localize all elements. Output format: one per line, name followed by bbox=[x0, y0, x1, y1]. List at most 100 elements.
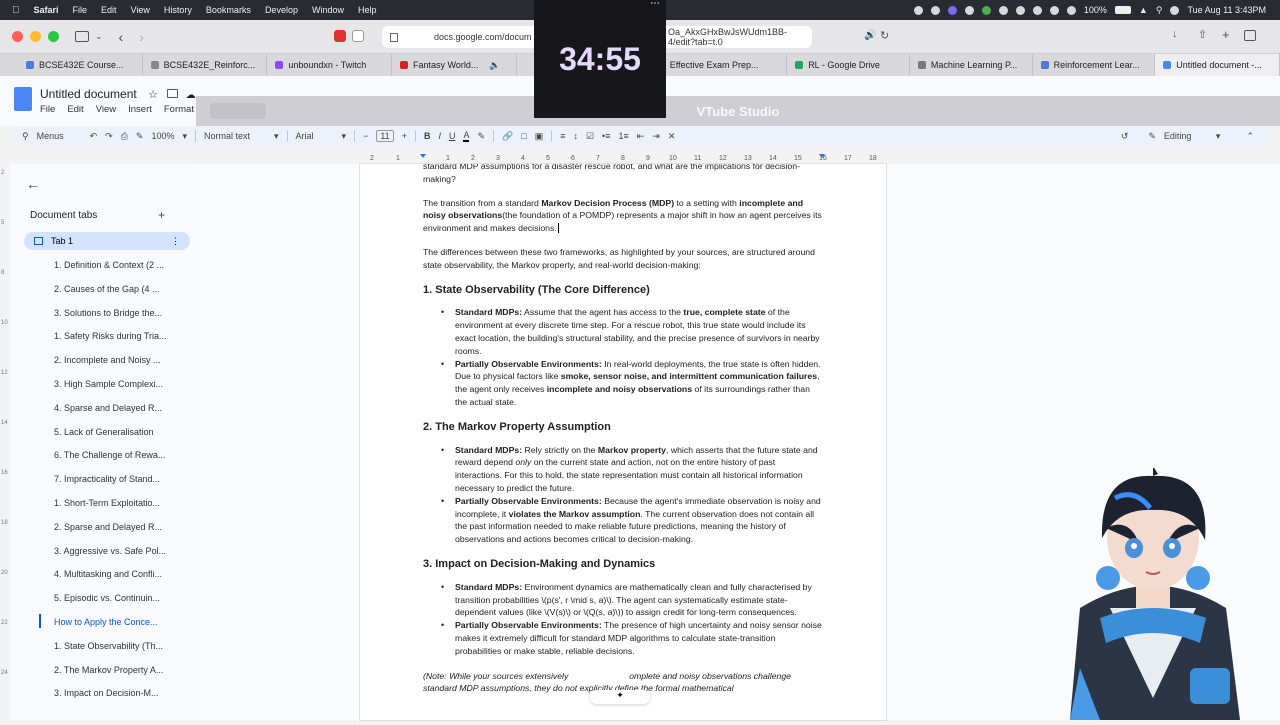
outline-item[interactable]: 2. The Markov Property A... bbox=[54, 663, 194, 687]
star-icon[interactable]: ☆ bbox=[148, 89, 158, 101]
numbered-list-icon[interactable]: 1≡ bbox=[618, 131, 628, 141]
italic-icon[interactable]: I bbox=[438, 131, 441, 141]
align-icon[interactable]: ≡ bbox=[560, 131, 565, 141]
outline-item[interactable]: 5. Episodic vs. Continuin... bbox=[54, 591, 194, 615]
menu-bookmarks[interactable]: Bookmarks bbox=[206, 5, 251, 15]
underline-icon[interactable]: U bbox=[449, 131, 456, 141]
bold-icon[interactable]: B bbox=[424, 131, 431, 141]
minimize-window-button[interactable] bbox=[30, 31, 41, 42]
screen-record-icon[interactable] bbox=[947, 5, 957, 15]
sidebar-toggle-icon[interactable] bbox=[75, 31, 89, 42]
outline-item[interactable]: 1. State Observability (Th... bbox=[54, 639, 194, 663]
vtube-window-button[interactable] bbox=[210, 103, 266, 119]
search-icon[interactable]: ⚲ bbox=[1156, 5, 1163, 16]
play-icon[interactable] bbox=[1032, 5, 1042, 15]
line-spacing-icon[interactable]: ↕ bbox=[573, 131, 578, 141]
pencil-icon[interactable]: ✎ bbox=[1148, 131, 1156, 142]
docs-menu-insert[interactable]: Insert bbox=[128, 104, 152, 115]
clear-formatting-icon[interactable]: ✕ bbox=[668, 131, 676, 142]
zoom-window-button[interactable] bbox=[48, 31, 59, 42]
vertical-ruler[interactable]: 2 5 8 10 12 14 16 18 20 22 24 bbox=[0, 164, 10, 720]
vtube-studio-window-titlebar[interactable]: VTube Studio bbox=[196, 96, 1280, 126]
undo-icon[interactable]: ↶ bbox=[90, 131, 98, 142]
battery-percent[interactable]: 100% bbox=[1084, 5, 1107, 15]
status-icon[interactable] bbox=[964, 5, 974, 15]
chevron-down-icon[interactable]: ▾ bbox=[1216, 131, 1221, 142]
outline-item[interactable]: 6. The Challenge of Rewa... bbox=[54, 448, 194, 472]
docs-logo-icon[interactable] bbox=[14, 87, 32, 111]
menu-file[interactable]: File bbox=[73, 5, 88, 15]
search-menus-icon[interactable]: ⚲ bbox=[22, 131, 29, 142]
indent-increase-icon[interactable]: ⇥ bbox=[652, 131, 660, 142]
zoom-select[interactable]: 100% bbox=[151, 131, 174, 141]
outline-item[interactable]: 7. Impracticality of Stand... bbox=[54, 472, 194, 496]
docs-menu-edit[interactable]: Edit bbox=[67, 104, 83, 115]
document-body[interactable]: standard MDP assumptions for a disaster … bbox=[423, 164, 823, 695]
menu-window[interactable]: Window bbox=[312, 5, 344, 15]
comment-icon[interactable]: □ bbox=[521, 131, 526, 141]
outline-item[interactable]: 1. Short-Term Exploitatio... bbox=[54, 496, 194, 520]
more-options-icon[interactable]: ⋮ bbox=[171, 236, 180, 247]
chevron-down-icon[interactable]: ▾ bbox=[182, 131, 187, 142]
browser-tab[interactable]: Fantasy World... 🔈 bbox=[392, 54, 517, 76]
menu-app-name[interactable]: Safari bbox=[34, 5, 59, 15]
new-tab-icon[interactable]: + bbox=[1222, 27, 1230, 42]
chevron-down-icon[interactable]: ▾ bbox=[342, 131, 347, 142]
font-size-increase-icon[interactable]: + bbox=[402, 131, 407, 141]
brightness-icon[interactable] bbox=[1015, 5, 1025, 15]
back-button[interactable]: ‹ bbox=[119, 29, 124, 45]
cloud-status-icon[interactable]: ☁ bbox=[186, 90, 196, 101]
font-size-decrease-icon[interactable]: − bbox=[363, 131, 368, 141]
outline-item[interactable]: 4. Multitasking and Confli... bbox=[54, 567, 194, 591]
outline-item[interactable]: 1. Safety Risks during Tria... bbox=[54, 329, 194, 353]
paint-format-icon[interactable]: ✎ bbox=[136, 131, 144, 142]
outline-item[interactable]: 1. Definition & Context (2 ... bbox=[54, 258, 194, 282]
close-window-button[interactable] bbox=[12, 31, 23, 42]
battery-icon[interactable] bbox=[1114, 6, 1131, 14]
forward-button[interactable]: › bbox=[139, 29, 144, 45]
status-icon[interactable] bbox=[981, 5, 991, 15]
outline-item[interactable]: 5. Lack of Generalisation bbox=[54, 425, 194, 449]
chevron-down-icon[interactable]: ▾ bbox=[274, 131, 279, 142]
indent-decrease-icon[interactable]: ⇤ bbox=[637, 131, 645, 142]
outline-item[interactable]: 2. Causes of the Gap (4 ... bbox=[54, 282, 194, 306]
audio-icon[interactable]: 🔊 bbox=[864, 30, 876, 41]
sparkle-icon[interactable]: ✦ bbox=[616, 690, 624, 700]
print-icon[interactable]: ⎙ bbox=[121, 131, 128, 142]
clock[interactable]: Tue Aug 11 3:43PM bbox=[1187, 5, 1266, 15]
text-color-icon[interactable]: A bbox=[463, 130, 470, 142]
search-menus-label[interactable]: Menus bbox=[37, 131, 64, 141]
status-icon[interactable] bbox=[930, 5, 940, 15]
document-title[interactable]: Untitled document ☆ ☁ bbox=[40, 87, 196, 101]
reload-icon[interactable]: ↻ bbox=[880, 29, 889, 42]
apple-icon[interactable]:  bbox=[12, 5, 20, 16]
menu-help[interactable]: Help bbox=[358, 5, 377, 15]
font-size-input[interactable]: 11 bbox=[376, 130, 394, 142]
history-icon[interactable]: ↺ bbox=[1121, 131, 1129, 142]
status-icon[interactable] bbox=[913, 5, 923, 15]
extension-icon[interactable] bbox=[334, 30, 346, 42]
download-icon[interactable]: ↓ bbox=[1172, 28, 1178, 40]
browser-tab[interactable]: RL - Google Drive bbox=[787, 54, 910, 76]
chevron-down-icon[interactable]: ⌄ bbox=[95, 31, 103, 42]
editing-mode-select[interactable]: Editing bbox=[1164, 131, 1208, 141]
outline-item[interactable]: 2. Incomplete and Noisy ... bbox=[54, 353, 194, 377]
sidebar-tab-1[interactable]: Tab 1 ⋮ bbox=[24, 232, 190, 250]
browser-tab[interactable]: BCSE432E_Reinforc... bbox=[143, 54, 268, 76]
outline-item[interactable]: 4. Sparse and Delayed R... bbox=[54, 401, 194, 425]
chevron-up-icon[interactable]: ⌃ bbox=[1246, 131, 1254, 142]
back-arrow-icon[interactable]: ← bbox=[26, 176, 40, 192]
menu-develop[interactable]: Develop bbox=[265, 5, 298, 15]
control-center-icon[interactable] bbox=[1170, 5, 1180, 15]
browser-tab[interactable]: Machine Learning P... bbox=[910, 54, 1033, 76]
menu-view[interactable]: View bbox=[131, 5, 150, 15]
image-icon[interactable]: ▣ bbox=[535, 131, 544, 142]
bullet-list-icon[interactable]: •≡ bbox=[602, 131, 610, 141]
more-icon[interactable]: ⋯ bbox=[650, 0, 660, 9]
move-icon[interactable] bbox=[167, 89, 179, 98]
horizontal-ruler[interactable]: 2 1 1 2 3 4 5 6 7 8 9 10 11 12 13 14 15 16 17 18 bbox=[360, 152, 886, 164]
add-tab-button[interactable]: + bbox=[158, 208, 165, 222]
style-select[interactable]: Normal text bbox=[204, 131, 266, 141]
browser-tab[interactable]: unboundxn - Twitch bbox=[267, 54, 393, 76]
link-icon[interactable]: 🔗 bbox=[502, 131, 513, 142]
